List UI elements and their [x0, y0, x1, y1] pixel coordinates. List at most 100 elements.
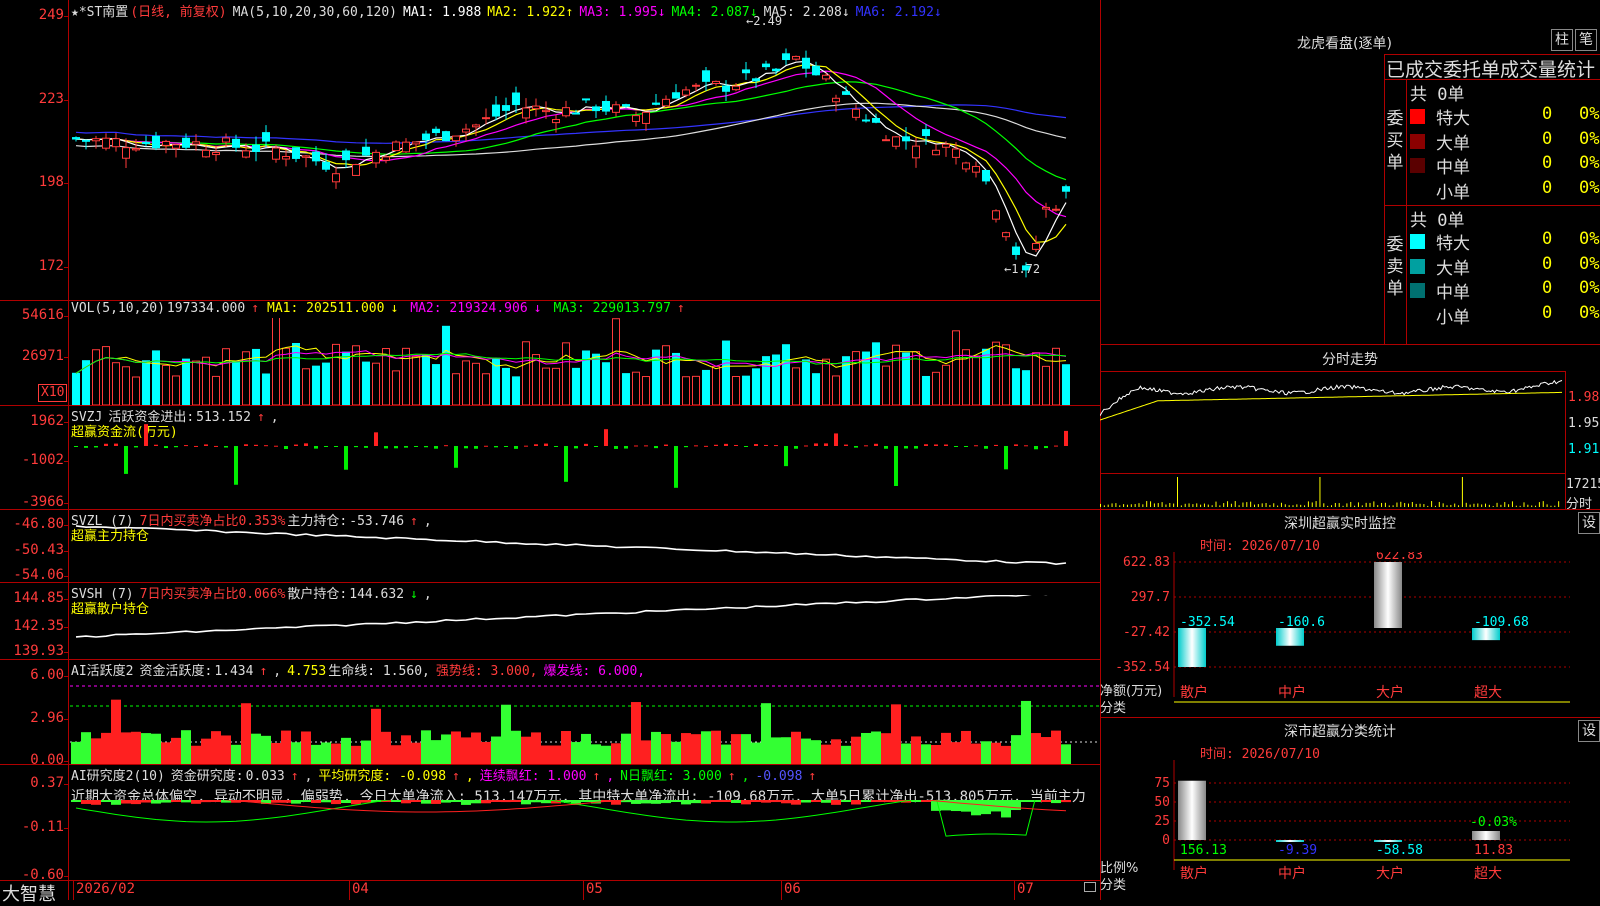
candle-body[interactable] — [692, 84, 700, 87]
candle-body[interactable] — [802, 57, 810, 69]
candle-body[interactable] — [112, 138, 120, 148]
candle-body[interactable] — [852, 108, 860, 118]
candle-body[interactable] — [922, 129, 930, 137]
candle-body[interactable] — [902, 136, 910, 142]
candle-body[interactable] — [502, 105, 510, 111]
candle-body[interactable] — [962, 162, 970, 170]
candle-body[interactable] — [552, 119, 560, 124]
candle-body[interactable] — [612, 104, 620, 113]
candle-body[interactable] — [172, 144, 180, 149]
candle-body[interactable] — [482, 117, 490, 120]
candle-body[interactable] — [912, 145, 920, 159]
candle-body[interactable] — [652, 102, 660, 105]
category-bar[interactable] — [1178, 628, 1206, 667]
lock-icon[interactable] — [1084, 882, 1096, 892]
candle-body[interactable] — [752, 78, 760, 82]
candle-body[interactable] — [1032, 243, 1040, 250]
candle-body[interactable] — [522, 107, 530, 119]
tick-mode-button[interactable]: 笔 — [1575, 29, 1597, 51]
candle-body[interactable] — [592, 106, 600, 112]
candle-body[interactable] — [252, 144, 260, 152]
candle-body[interactable] — [202, 149, 210, 158]
candle-body[interactable] — [632, 115, 640, 122]
candle-body[interactable] — [602, 100, 610, 112]
candle-body[interactable] — [242, 150, 250, 158]
candle-body[interactable] — [1002, 232, 1010, 238]
candle-body[interactable] — [582, 98, 590, 101]
bar-mode-button[interactable]: 柱 — [1551, 29, 1573, 51]
candle-body[interactable] — [832, 97, 840, 103]
candle-body[interactable] — [572, 112, 580, 115]
candle-body[interactable] — [392, 141, 400, 152]
candle-body[interactable] — [142, 141, 150, 145]
candle-body[interactable] — [932, 149, 940, 156]
candle-body[interactable] — [372, 151, 380, 164]
candle-body[interactable] — [872, 118, 880, 123]
candle-body[interactable] — [682, 89, 690, 96]
candle-body[interactable] — [822, 74, 830, 80]
candle-body[interactable] — [672, 92, 680, 99]
candle-body[interactable] — [132, 148, 140, 151]
candle-body[interactable] — [292, 147, 300, 159]
candle-body[interactable] — [1042, 206, 1050, 210]
candle-body[interactable] — [772, 68, 780, 72]
candle-body[interactable] — [862, 119, 870, 122]
candle-body[interactable] — [82, 139, 90, 142]
candle-body[interactable] — [272, 147, 280, 160]
candle-body[interactable] — [882, 139, 890, 142]
sz-class-bar-chart[interactable]: 75 50 25 0 156.13 散户 -9.39 中户 -58.58 大户 11.83 超大 -0.… — [1100, 760, 1600, 900]
candlestick-chart[interactable] — [70, 18, 1100, 300]
candle-body[interactable] — [282, 156, 290, 160]
candle-body[interactable] — [332, 173, 340, 183]
candle-body[interactable] — [1012, 246, 1020, 255]
candle-body[interactable] — [542, 109, 550, 113]
candle-body[interactable] — [442, 131, 450, 142]
category-bar[interactable] — [1374, 840, 1402, 842]
candle-body[interactable] — [302, 155, 310, 158]
category-bar[interactable] — [1374, 562, 1402, 628]
candle-body[interactable] — [512, 92, 520, 106]
vol-unit-badge[interactable]: X10 — [38, 384, 68, 402]
candle-body[interactable] — [722, 85, 730, 92]
candle-body[interactable] — [362, 146, 370, 156]
candle-body[interactable] — [742, 69, 750, 74]
candle-body[interactable] — [792, 55, 800, 60]
candle-body[interactable] — [352, 164, 360, 176]
candle-body[interactable] — [702, 70, 710, 82]
candle-body[interactable] — [472, 124, 480, 128]
candle-body[interactable] — [972, 165, 980, 173]
candle-body[interactable] — [642, 111, 650, 124]
candle-body[interactable] — [992, 210, 1000, 220]
sz-monitor-bar-chart[interactable]: 622.83 297.7 -27.42 -352.54 -352.54 散户 -160.6 中… — [1100, 552, 1600, 717]
candle-body[interactable] — [192, 141, 200, 145]
category-bar[interactable] — [1178, 780, 1206, 840]
intraday-chart[interactable] — [1100, 372, 1565, 508]
candle-body[interactable] — [262, 132, 270, 142]
candle-body[interactable] — [1052, 208, 1060, 211]
candle-body[interactable] — [712, 80, 720, 84]
candle-body[interactable] — [892, 136, 900, 147]
candle-body[interactable] — [322, 161, 330, 170]
candle-body[interactable] — [232, 138, 240, 148]
candle-body[interactable] — [122, 147, 130, 159]
candle-body[interactable] — [622, 104, 630, 107]
candle-body[interactable] — [732, 85, 740, 91]
candle-body[interactable] — [762, 63, 770, 68]
candle-body[interactable] — [782, 53, 790, 61]
candle-body[interactable] — [222, 137, 230, 143]
candle-body[interactable] — [162, 140, 170, 146]
candle-body[interactable] — [212, 151, 220, 156]
candle-body[interactable] — [342, 150, 350, 161]
candle-body[interactable] — [662, 98, 670, 107]
sz-class-settings-button[interactable]: 设 — [1578, 720, 1600, 742]
candle-body[interactable] — [152, 135, 160, 149]
candle-body[interactable] — [382, 156, 390, 161]
candle-body[interactable] — [402, 141, 410, 153]
candle-body[interactable] — [92, 138, 100, 142]
candle-body[interactable] — [452, 135, 460, 142]
candle-body[interactable] — [182, 137, 190, 148]
candle-body[interactable] — [102, 137, 110, 149]
candle-body[interactable] — [562, 107, 570, 117]
category-bar[interactable] — [1276, 628, 1304, 646]
candle-body[interactable] — [412, 141, 420, 145]
